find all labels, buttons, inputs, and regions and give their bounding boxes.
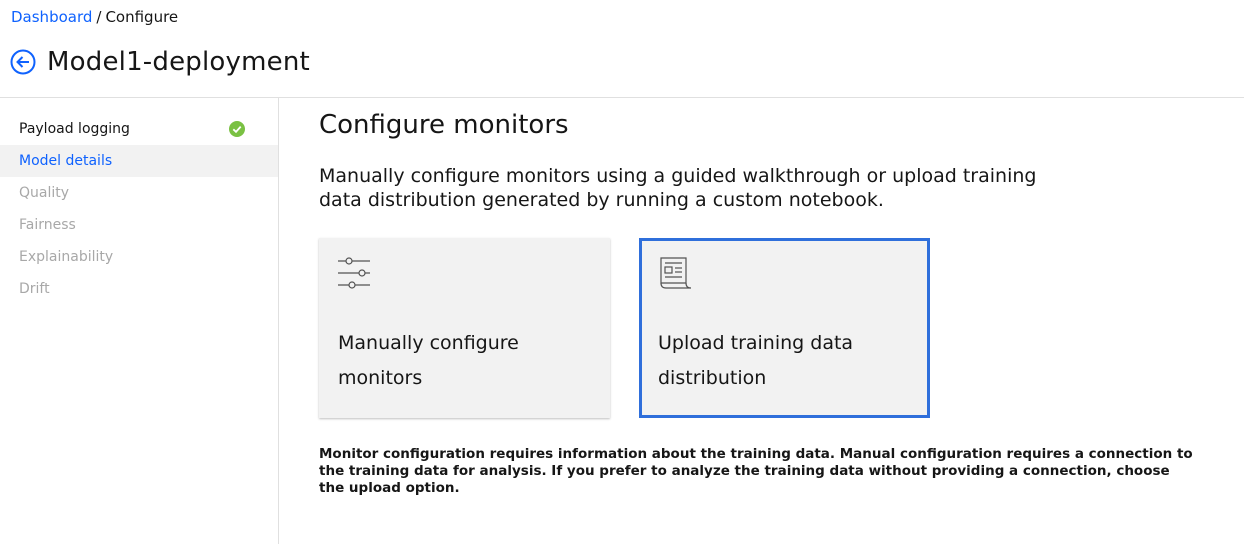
- breadcrumb-dashboard-link[interactable]: Dashboard: [11, 8, 92, 26]
- sidebar-item-label: Fairness: [19, 217, 76, 233]
- configuration-note: Monitor configuration requires informati…: [319, 446, 1193, 496]
- sliders-icon: [338, 257, 370, 289]
- sidebar-item-label: Explainability: [19, 249, 114, 265]
- breadcrumb: Dashboard / Configure: [11, 8, 178, 26]
- tile-label: Manually configure monitors: [338, 332, 519, 389]
- breadcrumb-current: Configure: [105, 8, 179, 26]
- intro-text: Manually configure monitors using a guid…: [319, 165, 1037, 211]
- sidebar: Payload logging Model details Quality Fa…: [0, 98, 279, 544]
- tile-label: Upload training data distribution: [658, 332, 854, 389]
- arrow-left-circle-icon: [10, 49, 36, 75]
- sidebar-item-label: Drift: [19, 281, 50, 297]
- sidebar-item-quality[interactable]: Quality: [0, 177, 278, 209]
- sidebar-item-model-details[interactable]: Model details: [0, 145, 278, 177]
- manual-configure-tile[interactable]: Manually configure monitors: [319, 238, 610, 418]
- sidebar-item-payload-logging[interactable]: Payload logging: [0, 113, 278, 145]
- section-title: Configure monitors: [319, 110, 569, 140]
- sidebar-item-label: Payload logging: [19, 121, 130, 137]
- document-report-icon: [660, 257, 692, 289]
- sidebar-item-label: Quality: [19, 185, 70, 201]
- sidebar-item-drift[interactable]: Drift: [0, 273, 278, 305]
- checkmark-filled-icon: [229, 121, 245, 137]
- sidebar-item-label: Model details: [19, 153, 113, 169]
- back-button[interactable]: [10, 49, 36, 75]
- title-row: Model1-deployment: [10, 44, 310, 80]
- sidebar-item-explainability[interactable]: Explainability: [0, 241, 278, 273]
- sidebar-item-fairness[interactable]: Fairness: [0, 209, 278, 241]
- page-header: Dashboard / Configure Model1-deployment: [0, 0, 1244, 98]
- upload-training-data-tile[interactable]: Upload training data distribution: [639, 238, 930, 418]
- page-title: Model1-deployment: [47, 47, 310, 77]
- breadcrumb-separator: /: [96, 8, 102, 26]
